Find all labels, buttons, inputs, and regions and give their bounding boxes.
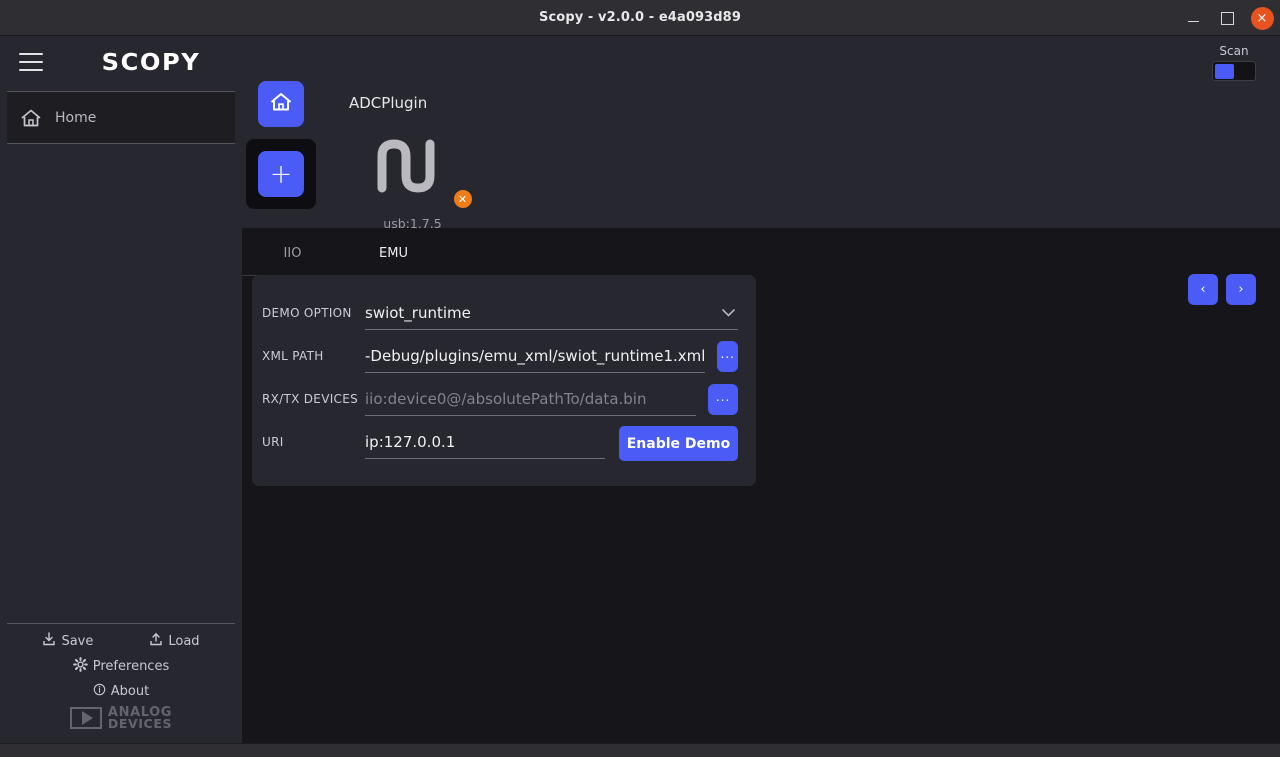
about-button[interactable]: About	[93, 683, 149, 700]
square-wave-icon	[376, 139, 450, 208]
rxtx-devices-placeholder: iio:device0@/absolutePathTo/data.bin	[365, 390, 647, 408]
title-bar: Scopy - v2.0.0 - e4a093d89 ×	[0, 0, 1280, 36]
info-icon	[93, 683, 106, 700]
plus-icon: +	[269, 158, 293, 190]
tab-iio[interactable]: IIO	[242, 228, 343, 278]
rxtx-devices-browse-button[interactable]: ...	[708, 384, 738, 415]
rxtx-devices-label: RX/TX DEVICES	[262, 392, 359, 406]
preferences-label: Preferences	[92, 659, 170, 674]
form-row-uri: URI ip:127.0.0.1 Enable Demo	[262, 426, 738, 469]
enable-demo-button[interactable]: Enable Demo	[618, 426, 738, 461]
scan-toggle-knob	[1215, 63, 1234, 79]
sidebar-footer-row-preferences: Preferences	[0, 657, 242, 676]
maximize-button[interactable]	[1210, 0, 1244, 36]
uri-value: ip:127.0.0.1	[365, 433, 456, 451]
pager-controls: ‹ ›	[1188, 274, 1256, 305]
disconnect-badge-icon[interactable]: ✕	[453, 190, 472, 208]
load-upload-icon	[149, 632, 163, 650]
status-bar	[0, 743, 1280, 757]
xml-path-value: -Debug/plugins/emu_xml/swiot_runtime1.xm…	[365, 347, 706, 365]
sidebar: SCOPY Home Save Load Preferences About A…	[0, 36, 242, 743]
analog-devices-triangle-icon	[69, 707, 102, 729]
device-toolbar: +	[246, 81, 316, 209]
add-device-button-container[interactable]: +	[246, 139, 316, 209]
scan-toggle[interactable]	[1212, 61, 1256, 81]
sidebar-item-home[interactable]: Home	[7, 92, 235, 143]
form-row-rxtx-devices: RX/TX DEVICES iio:device0@/absolutePathT…	[262, 383, 738, 426]
sidebar-footer-row-about: About	[0, 683, 242, 700]
home-device-button[interactable]	[258, 81, 304, 127]
scopy-logo: SCOPY	[101, 50, 201, 76]
home-icon	[269, 91, 293, 117]
demo-option-select[interactable]: swiot_runtime	[365, 297, 738, 330]
preferences-button[interactable]: Preferences	[72, 657, 170, 676]
home-icon	[20, 108, 42, 128]
sidebar-footer-row-save-load: Save Load	[0, 632, 242, 650]
uri-label: URI	[262, 435, 284, 449]
scan-label: Scan	[1219, 44, 1249, 58]
uri-input[interactable]: ip:127.0.0.1	[365, 426, 605, 459]
load-label: Load	[168, 633, 200, 649]
sidebar-header: SCOPY	[0, 36, 242, 91]
main-area: Scan ADCPlugin + ✕ usb:1.7.5 IIO EMU ‹ ›…	[242, 36, 1280, 743]
add-device-button[interactable]: +	[258, 151, 304, 197]
xml-path-label: XML PATH	[262, 349, 324, 363]
rxtx-devices-input[interactable]: iio:device0@/absolutePathTo/data.bin	[365, 383, 697, 416]
demo-option-label: DEMO OPTION	[262, 306, 352, 320]
tab-bar: IIO EMU ‹ ›	[242, 228, 1280, 305]
save-download-icon	[42, 632, 56, 650]
chevron-right-icon[interactable]: ›	[1226, 274, 1256, 305]
form-row-xml-path: XML PATH -Debug/plugins/emu_xml/swiot_ru…	[262, 340, 738, 383]
xml-path-input[interactable]: -Debug/plugins/emu_xml/swiot_runtime1.xm…	[365, 340, 706, 373]
window-title: Scopy - v2.0.0 - e4a093d89	[539, 10, 741, 25]
close-icon: ×	[1250, 6, 1274, 30]
about-label: About	[110, 684, 150, 699]
sidebar-footer-divider	[7, 623, 235, 624]
analog-devices-logo: ANALOG DEVICES	[0, 706, 242, 731]
scan-control: Scan	[1212, 44, 1256, 81]
minimize-button[interactable]	[1176, 0, 1210, 36]
device-card-usb[interactable]: ✕ usb:1.7.5	[350, 96, 475, 241]
device-browser-panel: Scan ADCPlugin + ✕ usb:1.7.5	[242, 36, 1280, 231]
sidebar-divider-bottom	[7, 143, 235, 144]
load-button[interactable]: Load	[149, 632, 200, 650]
chevron-left-icon[interactable]: ‹	[1188, 274, 1218, 305]
brand-line-2: DEVICES	[107, 716, 173, 731]
demo-option-value: swiot_runtime	[365, 304, 471, 322]
chevron-down-icon	[722, 306, 735, 320]
save-label: Save	[61, 633, 94, 649]
sidebar-item-home-label: Home	[55, 109, 97, 126]
xml-path-browse-button[interactable]: ...	[717, 341, 738, 372]
gear-icon	[72, 657, 88, 676]
tab-emu[interactable]: EMU	[343, 228, 444, 278]
form-row-demo-option: DEMO OPTION swiot_runtime	[262, 297, 738, 340]
emu-config-form: DEMO OPTION swiot_runtime XML PATH -Debu…	[252, 275, 756, 486]
device-icon-wrap: ✕	[376, 126, 472, 208]
close-button[interactable]: ×	[1244, 0, 1280, 36]
sidebar-footer: Save Load Preferences About ANALOG DEVIC…	[0, 623, 242, 743]
analog-devices-wordmark: ANALOG DEVICES	[107, 706, 173, 731]
window-controls: ×	[1176, 0, 1280, 36]
hamburger-menu-icon[interactable]	[19, 53, 43, 71]
save-button[interactable]: Save	[42, 632, 93, 650]
